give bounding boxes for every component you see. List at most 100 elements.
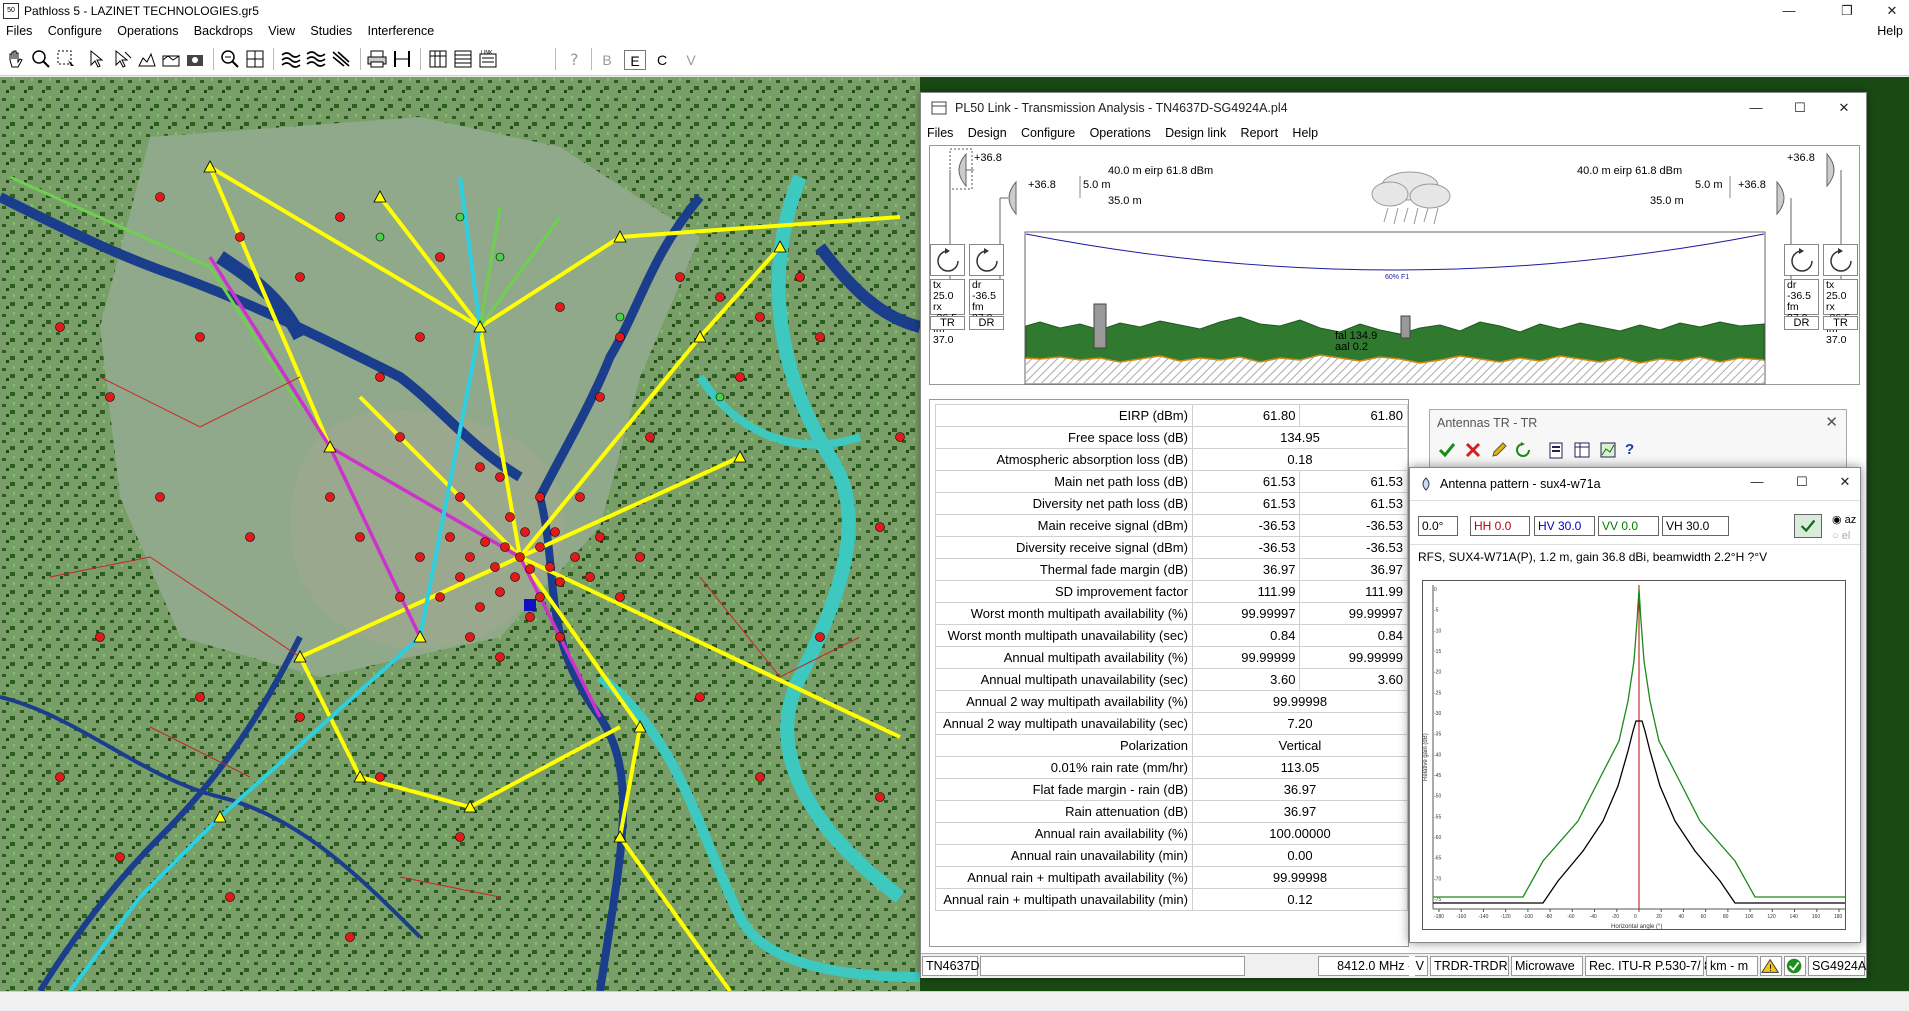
pl50-menu-help[interactable]: Help	[1286, 123, 1323, 140]
pattern-close-button[interactable]: ✕	[1828, 473, 1862, 491]
menu-operations[interactable]: Operations	[111, 22, 184, 38]
result-label: Diversity net path loss (dB)	[935, 492, 1193, 515]
results-row: Thermal fade margin (dB) 36.97 36.97	[935, 558, 1408, 581]
x-tick-label: 80	[1723, 914, 1729, 920]
close-button[interactable]: ✕	[1875, 2, 1909, 20]
result-value-tr: 36.97	[1191, 558, 1301, 581]
print-icon[interactable]	[366, 48, 388, 70]
contour-2-icon[interactable]	[305, 48, 327, 70]
link-list-icon[interactable]: LINK	[477, 48, 499, 70]
pointer-site-icon[interactable]	[86, 48, 108, 70]
pl50-menu-design[interactable]: Design	[962, 123, 1012, 140]
pl50-menu-report[interactable]: Report	[1235, 123, 1284, 140]
results-row: Annual rain + multipath availability (%)…	[935, 866, 1409, 889]
result-label: Main receive signal (dBm)	[935, 514, 1193, 537]
table-1-icon[interactable]	[427, 48, 449, 70]
pl50-menu-operations[interactable]: Operations	[1084, 123, 1156, 140]
select-rect-icon[interactable]	[55, 48, 77, 70]
y-tick-label: -75	[1434, 897, 1441, 903]
camera-icon[interactable]	[184, 48, 206, 70]
minimize-button[interactable]: —	[1772, 2, 1806, 20]
result-value-dr: 61.53	[1299, 492, 1408, 515]
antenna-pattern-plot[interactable]: Relative gain (dB) Horizontal angle (°) …	[1422, 580, 1846, 930]
result-value-tr: 111.99	[1191, 580, 1301, 603]
result-value: 100.00000	[1191, 822, 1409, 845]
menu-backdrops[interactable]: Backdrops	[188, 22, 259, 38]
path-profile-panel[interactable]: +36.8 +36.8 40.0 m eirp 61.8 dBm 5.0 m 3…	[929, 145, 1860, 385]
az-radio[interactable]: ◉ az	[1832, 513, 1856, 526]
antennas-close-button[interactable]: ✕	[1825, 413, 1838, 431]
contour-3-icon[interactable]	[330, 48, 352, 70]
x-tick-label: -40	[1590, 914, 1597, 920]
result-label: Flat fade margin - rain (dB)	[935, 778, 1193, 801]
pointer-link-icon[interactable]	[111, 48, 133, 70]
pl50-close-button[interactable]: ✕	[1827, 99, 1861, 117]
menu-interference[interactable]: Interference	[361, 22, 440, 38]
right-tr-button[interactable]: TR	[1823, 316, 1858, 330]
pl50-menu-configure[interactable]: Configure	[1015, 123, 1080, 140]
result-label: Rain attenuation (dB)	[935, 800, 1193, 823]
hh-field[interactable]: HH 0.0	[1470, 516, 1530, 536]
table-view-icon[interactable]	[1573, 441, 1591, 461]
warning-icon[interactable]: !	[1760, 956, 1782, 976]
restore-button[interactable]: ❐	[1830, 2, 1864, 20]
pl50-menu-files[interactable]: Files	[921, 123, 958, 140]
ok-check-icon[interactable]	[1784, 956, 1806, 976]
help-question-icon[interactable]: ?	[1625, 441, 1643, 461]
toolbar-e-button[interactable]: E	[624, 50, 646, 70]
hv-field[interactable]: HV 30.0	[1534, 516, 1595, 536]
table-2-icon[interactable]	[452, 48, 474, 70]
pan-hand-icon[interactable]	[4, 48, 26, 70]
left-dr-button[interactable]: DR	[969, 316, 1004, 330]
result-label: Annual multipath unavailability (sec)	[935, 668, 1193, 691]
profile-tool-icon[interactable]	[136, 48, 158, 70]
left-tr-button[interactable]: TR	[930, 316, 965, 330]
app-title: Pathloss 5 - LAZINET TECHNOLOGIES.gr5	[24, 4, 259, 18]
left-main-gain: +36.8	[974, 152, 1002, 164]
network-map[interactable]	[0, 77, 920, 991]
right-dr-button[interactable]: DR	[1784, 316, 1819, 330]
vh-field[interactable]: VH 30.0	[1662, 516, 1729, 536]
contour-1-icon[interactable]	[280, 48, 302, 70]
left-dr-refresh-button[interactable]	[969, 244, 1004, 276]
report-icon[interactable]	[1547, 441, 1565, 461]
accept-check-icon[interactable]	[1438, 441, 1456, 461]
crosshair-icon[interactable]	[244, 48, 266, 70]
el-radio[interactable]: ○ el	[1832, 530, 1850, 542]
right-tr-refresh-button[interactable]	[1823, 244, 1858, 276]
y-tick-label: -35	[1434, 732, 1441, 738]
find-icon[interactable]	[219, 48, 241, 70]
menu-help[interactable]: Help	[1871, 22, 1909, 38]
right-dr-refresh-button[interactable]	[1784, 244, 1819, 276]
menu-files[interactable]: Files	[0, 22, 38, 38]
chart-view-icon[interactable]	[1599, 441, 1617, 461]
pl50-maximize-button[interactable]: ☐	[1783, 99, 1817, 117]
reload-icon[interactable]	[1514, 441, 1532, 461]
link-ends-icon[interactable]	[391, 48, 413, 70]
help-question-icon[interactable]: ?	[564, 48, 586, 70]
result-value-tr: 61.80	[1191, 404, 1301, 427]
zoom-icon[interactable]	[30, 48, 52, 70]
left-tr-refresh-button[interactable]	[930, 244, 965, 276]
pattern-maximize-button[interactable]: ☐	[1785, 473, 1819, 491]
menu-studies[interactable]: Studies	[304, 22, 358, 38]
menu-view[interactable]: View	[262, 22, 301, 38]
toolbar-b-button[interactable]: B	[596, 50, 618, 70]
cancel-x-icon[interactable]	[1464, 441, 1482, 461]
toolbar-c-button[interactable]: C	[651, 50, 673, 70]
vv-field[interactable]: VV 0.0	[1598, 516, 1659, 536]
pl50-minimize-button[interactable]: —	[1739, 99, 1773, 117]
menu-configure[interactable]: Configure	[42, 22, 108, 38]
toolbar-v-button[interactable]: V	[680, 50, 702, 70]
result-value: 7.20	[1191, 712, 1409, 735]
pattern-minimize-button[interactable]: —	[1740, 473, 1774, 491]
results-row: Atmospheric absorption loss (dB) 0.18	[935, 448, 1409, 471]
terrain-tool-icon[interactable]	[160, 48, 182, 70]
result-value: 0.18	[1191, 448, 1409, 471]
angle-input[interactable]: 0.0°	[1418, 516, 1458, 536]
result-value: 99.99998	[1191, 866, 1409, 889]
y-tick-label: -70	[1434, 876, 1441, 882]
edit-pencil-icon[interactable]	[1490, 441, 1508, 461]
pl50-menu-design-link[interactable]: Design link	[1159, 123, 1231, 140]
pattern-ok-button[interactable]	[1794, 514, 1822, 538]
